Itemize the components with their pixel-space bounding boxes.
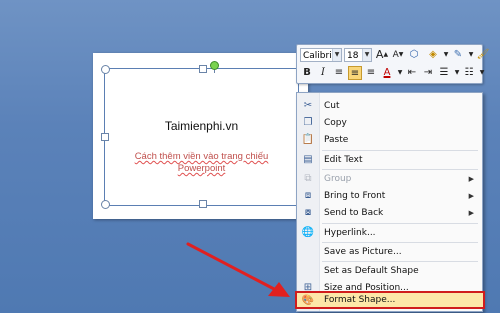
annotation-arrow-icon — [186, 242, 290, 297]
